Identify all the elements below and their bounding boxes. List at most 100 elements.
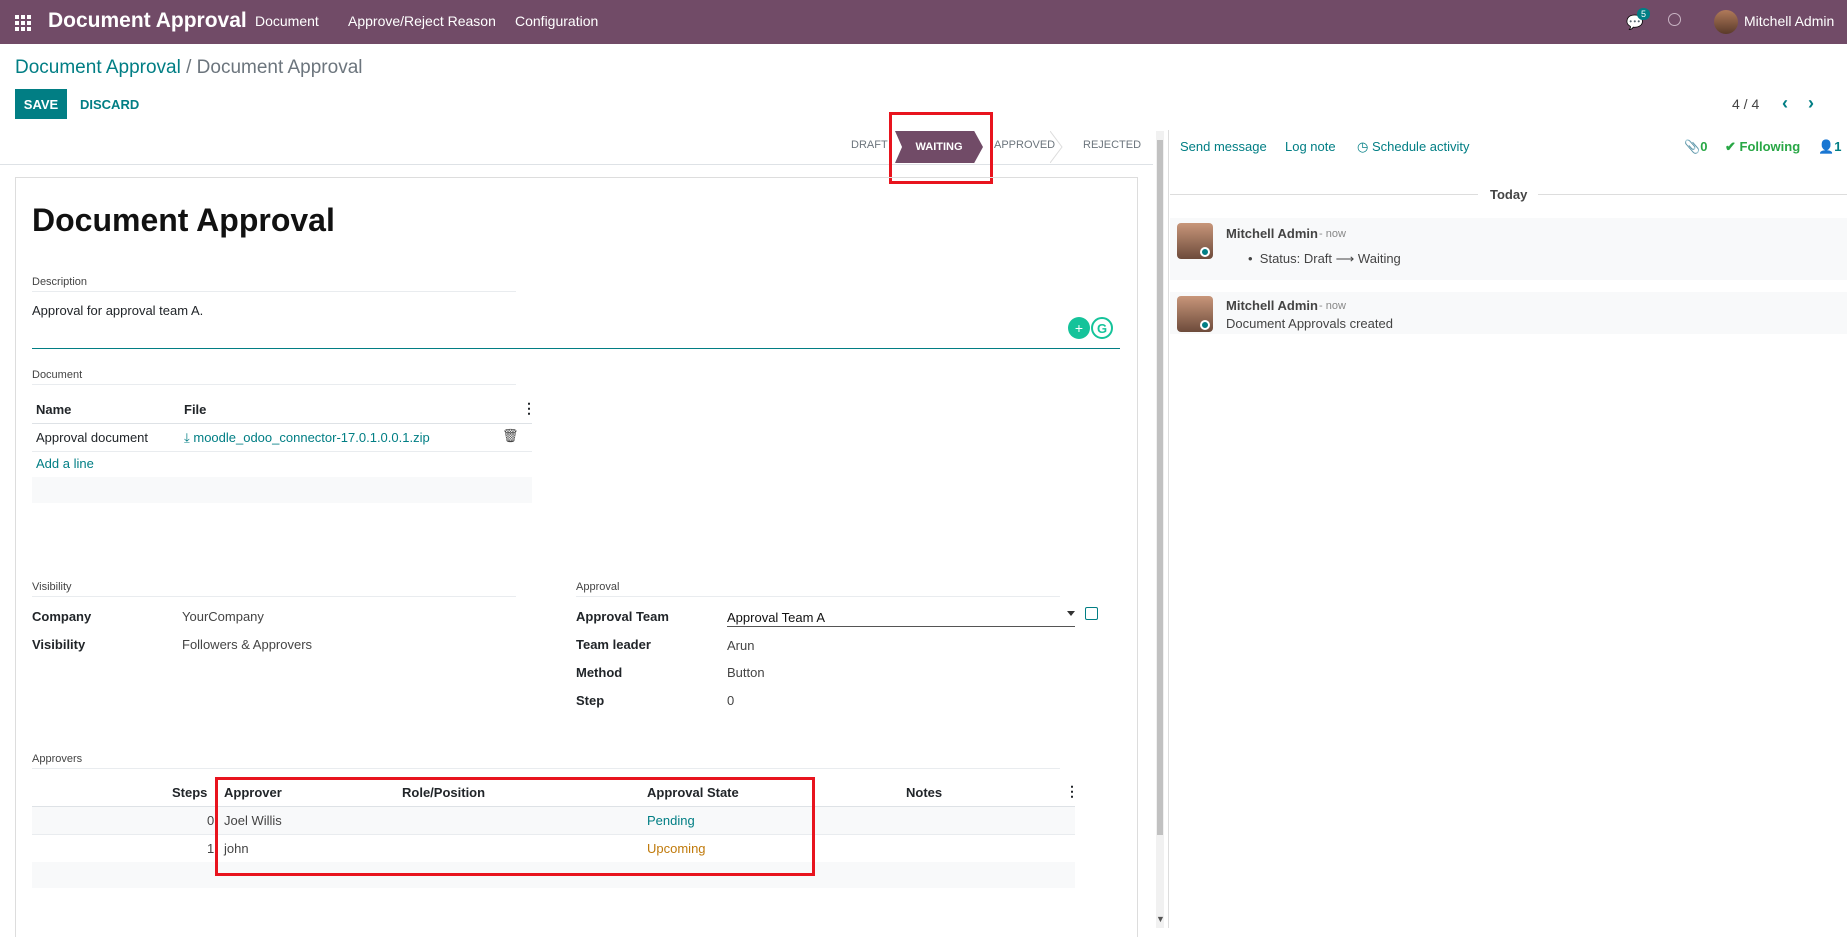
breadcrumb-parent[interactable]: Document Approval (15, 57, 181, 78)
form-scrollbar-thumb[interactable] (1157, 140, 1163, 835)
message-time: - now (1319, 228, 1346, 240)
breadcrumb: Document Approval / Document Approval (15, 57, 363, 79)
dropdown-caret-icon[interactable] (1067, 611, 1075, 616)
pager-value[interactable]: 4 / 4 (1732, 96, 1759, 112)
stage-divider (1049, 130, 1064, 164)
approvers-label: Approvers (32, 753, 83, 765)
visibility-field[interactable]: Followers & Approvers (182, 637, 312, 652)
document-label: Document (32, 369, 83, 381)
chat-count-badge: 5 (1637, 8, 1651, 20)
step-label: Step (576, 693, 605, 708)
following-button[interactable]: ✔ Following (1725, 139, 1800, 155)
section-divider (32, 384, 516, 385)
table-header-line (32, 423, 532, 424)
stage-approved[interactable]: APPROVED (994, 139, 1055, 151)
check-icon: ✔ (1725, 139, 1740, 154)
schedule-activity-label: Schedule activity (1371, 139, 1470, 154)
doc-col-name[interactable]: Name (36, 402, 71, 417)
approvers-col-notes[interactable]: Notes (906, 785, 942, 800)
approval-section-label: Approval (576, 581, 620, 593)
arrow-icon: ⟶ (1335, 251, 1355, 266)
company-field[interactable]: YourCompany (182, 609, 264, 624)
approver-row-step[interactable]: 0 (207, 813, 214, 828)
chatter-divider (1168, 130, 1169, 928)
message-author[interactable]: Mitchell Admin (1226, 226, 1318, 241)
today-divider-left (1170, 194, 1478, 195)
section-divider (32, 596, 516, 597)
visibility-label: Visibility (32, 637, 86, 652)
pager-next-icon[interactable]: › (1808, 93, 1814, 114)
stage-rejected[interactable]: REJECTED (1083, 139, 1141, 151)
description-label: Description (32, 276, 88, 288)
download-icon: ⤓ (184, 430, 194, 445)
save-button[interactable]: SAVE (15, 89, 67, 119)
table-empty-row (32, 477, 532, 503)
today-divider-right (1538, 194, 1847, 195)
message-time: - now (1319, 300, 1346, 312)
schedule-activity-button[interactable]: ◷ Schedule activity (1357, 139, 1470, 155)
doc-file-link[interactable]: moodle_odoo_connector-17.0.1.0.0.1.zip (193, 430, 429, 445)
followers-button[interactable]: 👤1 (1818, 139, 1841, 155)
company-label: Company (32, 609, 92, 624)
user-avatar[interactable] (1714, 10, 1738, 34)
pager-prev-icon[interactable]: ‹ (1782, 93, 1788, 114)
paperclip-icon: 📎 (1684, 139, 1701, 154)
column-options-icon[interactable]: ⋮ (1065, 783, 1079, 800)
user-menu-name[interactable]: Mitchell Admin (1744, 13, 1834, 29)
user-icon: 👤 (1818, 139, 1835, 154)
scroll-down-arrow-icon[interactable]: ▼ (1156, 914, 1165, 924)
description-underline (32, 348, 1120, 349)
grammarly-bulb-icon[interactable]: + (1068, 317, 1090, 339)
team-leader-field[interactable]: Arun (727, 638, 754, 653)
message-body: Document Approvals created (1226, 316, 1393, 331)
step-field[interactable]: 0 (727, 693, 734, 708)
grammarly-icon[interactable]: G (1091, 317, 1113, 339)
online-status-icon (1200, 320, 1210, 330)
method-field[interactable]: Button (727, 665, 765, 680)
highlight-box-approvers (215, 777, 815, 876)
description-input[interactable]: Approval for approval team A. (32, 303, 203, 318)
status-to: Waiting (1357, 251, 1401, 266)
record-title[interactable]: Document Approval (32, 202, 335, 239)
highlight-box-stage (889, 112, 993, 184)
breadcrumb-current: Document Approval (196, 57, 363, 78)
send-message-button[interactable]: Send message (1180, 139, 1267, 154)
approval-team-underline (727, 626, 1075, 627)
section-divider (576, 596, 1060, 597)
attachments-count: 0 (1700, 139, 1708, 154)
trash-icon[interactable]: 🗑 (502, 428, 519, 444)
message-author[interactable]: Mitchell Admin (1226, 298, 1318, 313)
discard-button[interactable]: DISCARD (80, 97, 139, 112)
today-label: Today (1490, 187, 1528, 202)
log-note-button[interactable]: Log note (1285, 139, 1336, 154)
status-from: Status: Draft (1259, 251, 1333, 266)
clock-icon: ◷ (1357, 139, 1372, 154)
doc-col-file[interactable]: File (184, 402, 206, 417)
tracking-value: • Status: Draft ⟶ Waiting (1248, 251, 1401, 266)
column-options-icon[interactable]: ⋮ (522, 400, 536, 417)
stage-draft[interactable]: DRAFT (851, 139, 888, 151)
followers-count: 1 (1834, 139, 1842, 154)
approvers-col-steps[interactable]: Steps (172, 785, 207, 800)
approval-team-label: Approval Team (576, 609, 669, 624)
add-a-line-link[interactable]: Add a line (36, 456, 94, 471)
approver-row-step[interactable]: 1 (207, 841, 214, 856)
team-leader-label: Team leader (576, 637, 651, 652)
menu-configuration[interactable]: Configuration (515, 13, 598, 29)
section-divider (32, 768, 1060, 769)
external-link-icon[interactable] (1085, 607, 1098, 620)
doc-row-name[interactable]: Approval document (36, 430, 148, 445)
menu-document[interactable]: Document (255, 13, 319, 29)
apps-grid-icon[interactable] (15, 15, 31, 31)
online-status-icon (1200, 247, 1210, 257)
table-row-line (32, 451, 532, 452)
doc-row-file[interactable]: ⤓ moodle_odoo_connector-17.0.1.0.0.1.zip (184, 430, 430, 446)
menu-approve-reject-reason[interactable]: Approve/Reject Reason (348, 13, 496, 29)
attachments-button[interactable]: 📎0 (1684, 139, 1707, 155)
visibility-section-label: Visibility (32, 581, 72, 593)
section-divider (32, 291, 516, 292)
following-label: Following (1739, 139, 1801, 154)
app-brand[interactable]: Document Approval (48, 9, 247, 33)
approval-team-select[interactable]: Approval Team A (727, 610, 825, 625)
activity-clock-icon[interactable] (1668, 13, 1681, 26)
